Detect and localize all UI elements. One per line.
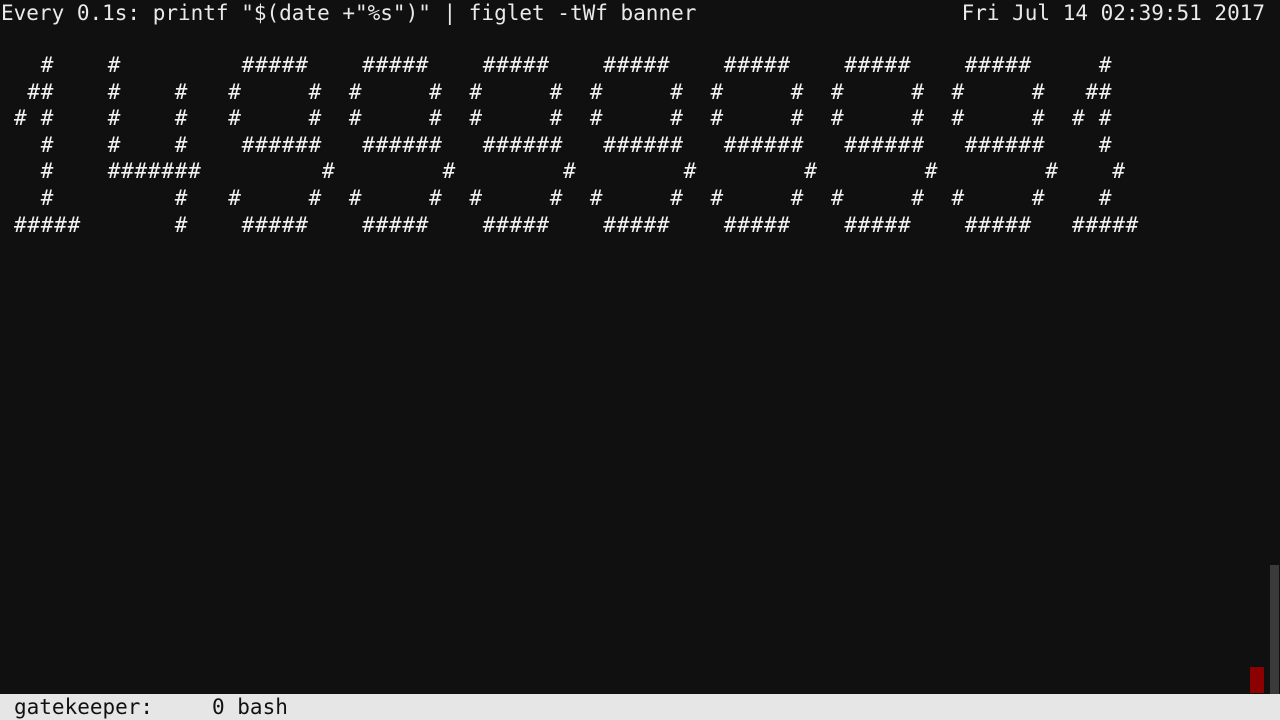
watch-command: Every 0.1s: printf "$(date +"%s")" | fig…	[1, 1, 697, 25]
session-name[interactable]: gatekeeper:	[14, 694, 153, 720]
figlet-banner-output: # # ##### ##### ##### ##### ##### ##### …	[14, 53, 1140, 237]
terminal-cursor	[1250, 667, 1264, 693]
watch-header: Every 0.1s: printf "$(date +"%s")" | fig…	[0, 0, 1266, 26]
tmux-status-bar: gatekeeper: 0 bash	[0, 694, 1280, 720]
scrollbar-thumb[interactable]	[1270, 565, 1279, 694]
scrollbar[interactable]	[1268, 0, 1280, 694]
watch-datetime: Fri Jul 14 02:39:51 2017	[961, 1, 1265, 25]
window-tab-bash[interactable]: 0 bash	[212, 694, 288, 720]
